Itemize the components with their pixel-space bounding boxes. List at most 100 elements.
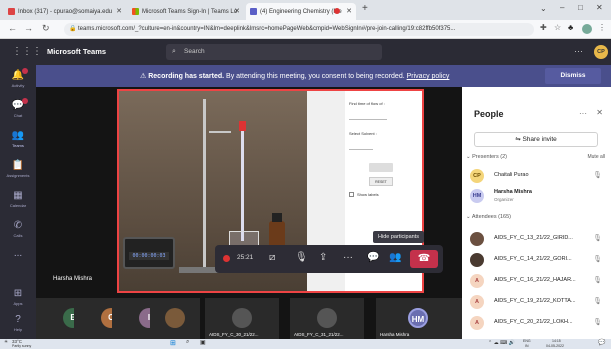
extension-icon[interactable]: ✚ (540, 23, 547, 32)
rail-item-chat[interactable]: 💬 Chat (0, 95, 36, 125)
bottle-cap (272, 213, 282, 222)
forward-arrow-icon[interactable]: → (24, 23, 33, 33)
list-item[interactable]: A AIDS_FY_C_16_21/22_HAJAR... 🎙 (470, 272, 608, 292)
close-icon[interactable]: ✕ (596, 108, 603, 117)
list-item[interactable]: HM Harsha Mishra Organizer (470, 187, 608, 207)
search-icon[interactable]: ⌕ (186, 339, 189, 346)
banner-bold-text: Recording has started. (148, 73, 225, 80)
avatar (232, 308, 252, 328)
solvent-select[interactable] (349, 143, 373, 150)
rail-item-help[interactable]: ? Help (0, 309, 36, 339)
close-icon[interactable]: ✕ (116, 7, 122, 15)
avatar (317, 308, 337, 328)
section-label: Attendees (165) (471, 214, 511, 220)
url-field[interactable]: 🔒 teams.microsoft.com/_?culture=en-in&co… (64, 23, 534, 36)
share-screen-icon[interactable]: ⇪ (319, 252, 327, 263)
close-window-icon[interactable]: ✕ (596, 3, 603, 12)
profile-avatar[interactable] (582, 24, 592, 34)
browser-tab-inbox[interactable]: Inbox (317) - cpurao@somaiya.edu ✕ (4, 3, 126, 20)
person-name: Harsha Mishra (494, 189, 532, 195)
mic-off-icon: 🎙 (593, 235, 602, 242)
rail-item-activity[interactable]: 🔔 Activity (0, 65, 36, 95)
rail-item-assignments[interactable]: 📋 Assignments (0, 155, 36, 185)
app-launcher-icon[interactable]: ⋮⋮⋮ (12, 46, 42, 57)
minimize-icon[interactable]: – (560, 3, 564, 12)
start-button[interactable] (369, 163, 393, 172)
maximize-icon[interactable]: □ (578, 3, 583, 12)
lock-icon: 🔒 (69, 26, 77, 32)
warning-icon: ⚠ (140, 73, 147, 80)
rail-item-calendar[interactable]: ▦ Calendar (0, 185, 36, 215)
chevron-down-icon[interactable]: ⌄ (540, 4, 547, 13)
mic-off-icon[interactable]: 🎙 (295, 252, 308, 263)
mic-off-icon: 🎙 (593, 172, 602, 179)
mute-all-button[interactable]: Mute all (587, 154, 605, 160)
camera-off-icon[interactable]: ⧄ (269, 252, 275, 263)
microsoft-icon (132, 8, 139, 15)
chevron-down-icon: ⌄ (466, 214, 471, 220)
gallery-tile (150, 298, 200, 339)
windows-start-icon[interactable]: ⊞ (170, 339, 176, 347)
chat-icon: 💬 (11, 100, 25, 111)
share-invite-label: Share invite (522, 136, 557, 143)
search-input[interactable]: ⌕ Search (166, 44, 382, 60)
close-icon[interactable]: ✕ (234, 7, 240, 15)
flow-time-select[interactable] (349, 113, 387, 120)
clock-date: 04-05-2022 (546, 344, 564, 348)
clamp (209, 131, 231, 133)
mic-off-icon: 🎙 (593, 277, 602, 284)
rail-label: Calls (13, 233, 23, 238)
chat-icon[interactable]: 💬 (367, 252, 379, 263)
phone-icon: ✆ (13, 220, 23, 231)
back-arrow-icon[interactable]: ← (8, 23, 17, 33)
new-tab-button[interactable]: + (362, 3, 368, 14)
participants-icon[interactable]: 👥 (389, 252, 401, 263)
gallery-tile: AIDS_FY_C_30_21/22... (205, 298, 279, 339)
browser-tab-teams-signin[interactable]: Microsoft Teams Sign-In | Teams Lo ✕ (128, 3, 244, 20)
address-bar-row: ← → ↻ 🔒 teams.microsoft.com/_?culture=en… (0, 20, 611, 39)
more-options-icon[interactable]: ··· (574, 46, 583, 56)
clock-time[interactable]: 14:15 (552, 339, 561, 343)
menu-dots-icon[interactable]: ⋮ (598, 23, 606, 32)
list-item[interactable]: CP Chaitali Purao 🎙 (470, 167, 608, 187)
list-item[interactable]: AIDS_FY_C_14_21/22_GORI... 🎙 (470, 251, 608, 271)
share-invite-button[interactable]: ⇋ Share invite (474, 132, 598, 147)
stopwatch-display: 00:00:00:03 (129, 252, 169, 260)
browser-tab-meeting[interactable]: (4) Engineering Chemistry (Me ✕ (246, 3, 356, 20)
participant-name: AIDS_FY_C_31_21/22... (294, 332, 344, 337)
attendees-header[interactable]: ⌄ Attendees (165) (466, 214, 511, 220)
list-item[interactable]: A AIDS_FY_C_19_21/22_KOTTA... 🎙 (470, 293, 608, 313)
star-icon[interactable]: ☆ (554, 23, 561, 32)
user-avatar[interactable]: CP (594, 45, 608, 59)
viscometer-tube (241, 121, 244, 241)
region-indicator: IN (525, 344, 529, 348)
more-actions-icon[interactable]: ··· (343, 252, 353, 263)
notifications-icon[interactable]: 💬 (598, 339, 605, 346)
reload-icon[interactable]: ↻ (42, 23, 50, 34)
people-panel: People ··· ✕ ⇋ Share invite ⌄ Presenters… (462, 87, 611, 339)
more-options-icon[interactable]: ··· (579, 109, 587, 118)
close-icon[interactable]: ✕ (346, 7, 352, 15)
show-labels-checkbox[interactable] (349, 192, 354, 197)
privacy-policy-link[interactable]: Privacy policy (407, 73, 450, 80)
list-item[interactable]: A AIDS_FY_C_20_21/22_LOKH... 🎙 (470, 314, 608, 334)
presenters-header[interactable]: ⌄ Presenters (2) (466, 154, 507, 160)
assignments-icon: 📋 (11, 160, 25, 171)
task-view-icon[interactable]: ▣ (200, 339, 206, 346)
dismiss-button[interactable]: Dismiss (545, 68, 601, 84)
language-indicator[interactable]: ENG (523, 339, 531, 343)
rail-item-calls[interactable]: ✆ Calls (0, 215, 36, 245)
puzzle-icon[interactable]: ♣ (568, 23, 573, 32)
recording-indicator-icon (223, 255, 230, 262)
rail-item-teams[interactable]: 👥 Teams (0, 125, 36, 155)
rail-item-more[interactable]: ... (0, 243, 36, 273)
participant-name: Harsha Mishra (380, 332, 410, 337)
list-item[interactable]: AIDS_FY_C_13_21/22_GIRID... 🎙 (470, 230, 608, 250)
reset-button[interactable]: RESET (369, 177, 393, 186)
system-tray-icons[interactable]: ⌃ ☁ ⌨ 🔊 (488, 340, 515, 346)
person-name: AIDS_FY_C_13_21/22_GIRID... (494, 235, 573, 241)
leave-call-button[interactable]: ☎ (410, 250, 438, 268)
presenter-name: Harsha Mishra (53, 276, 93, 282)
stopwatch: 00:00:00:03 (123, 237, 175, 269)
teams-header: ⋮⋮⋮ Microsoft Teams ⌕ Search ··· CP (0, 39, 611, 65)
